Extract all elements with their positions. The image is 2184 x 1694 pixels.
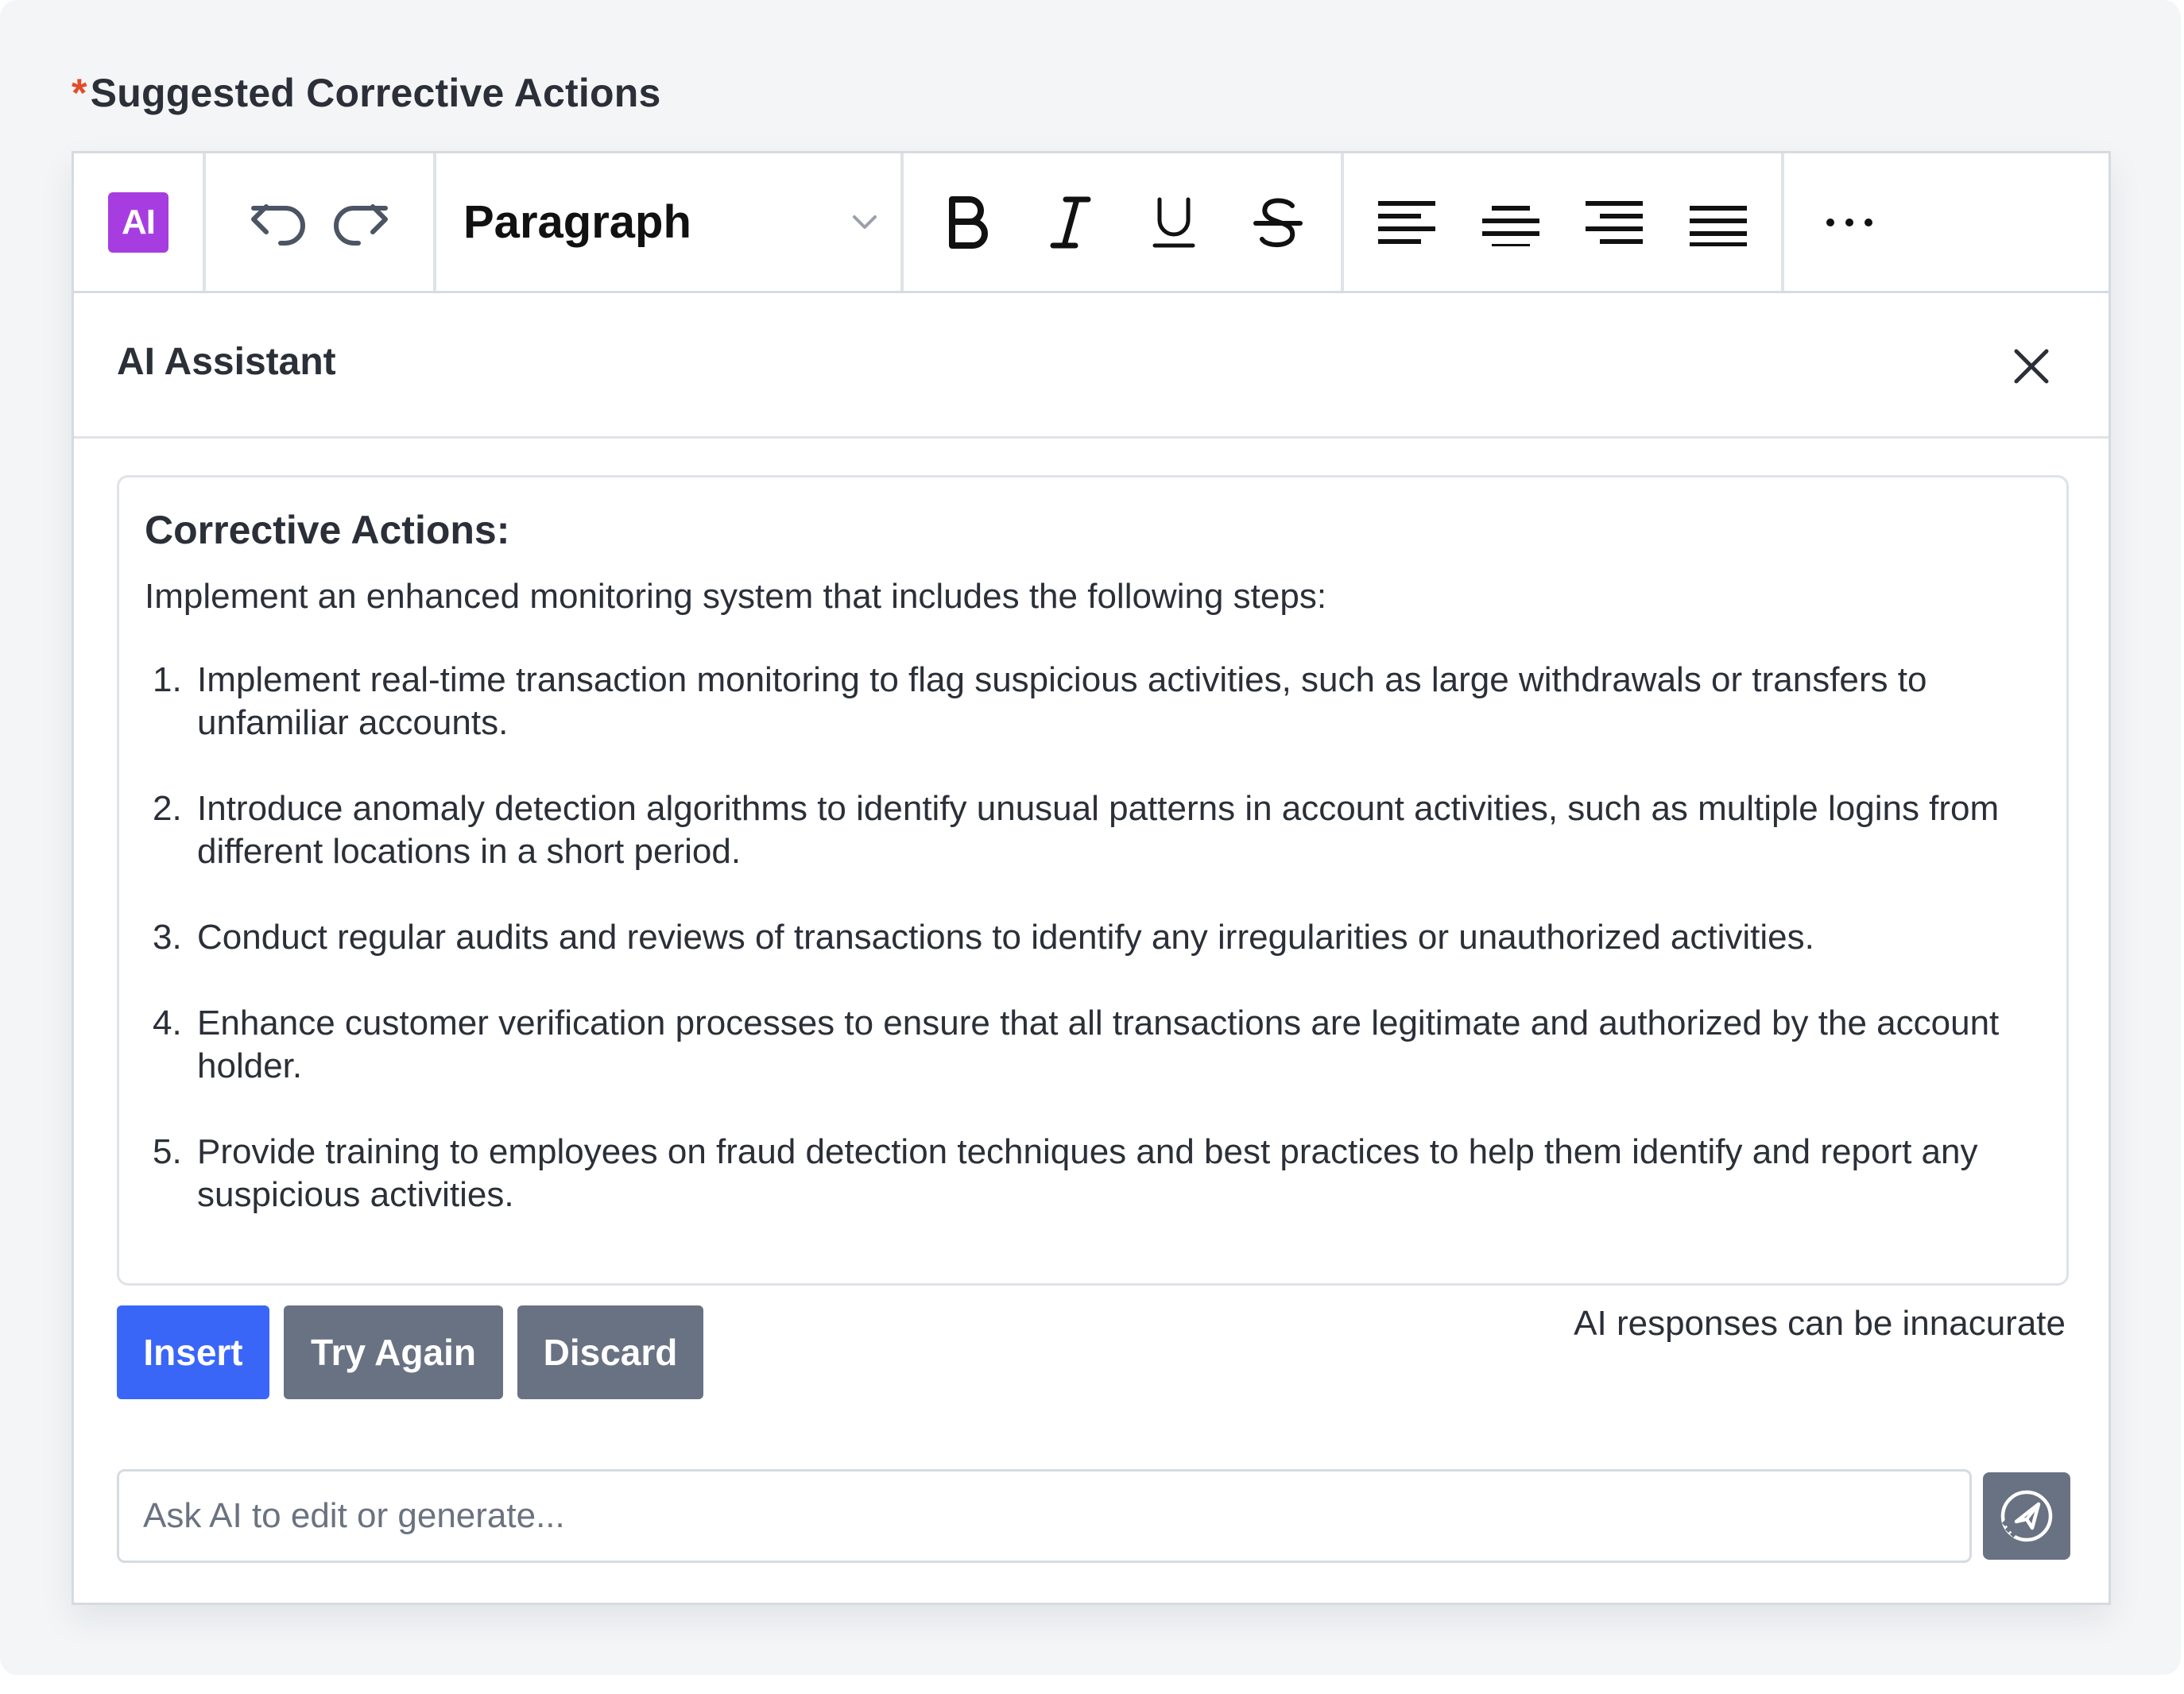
send-button[interactable] [1983, 1472, 2070, 1560]
bold-button[interactable] [936, 192, 997, 253]
list-item-text: Implement real-time transaction monitori… [197, 660, 1927, 742]
history-group [206, 153, 436, 291]
strikethrough-icon [1253, 198, 1303, 247]
required-marker: * [72, 71, 87, 115]
list-item: 1. Implement real-time transaction monito… [145, 659, 2041, 745]
align-left-button[interactable] [1377, 192, 1437, 253]
align-justify-button[interactable] [1688, 192, 1748, 253]
list-item: 4. Enhance customer verification processe… [145, 1002, 2041, 1088]
redo-button[interactable] [330, 192, 390, 253]
align-justify-icon [1689, 205, 1747, 246]
list-item-number: 5. [153, 1132, 182, 1171]
rich-text-editor: AI Paragraph AI Assistant Corrective Act… [72, 151, 2111, 1605]
response-intro: Implement an enhanced monitoring system … [145, 577, 1327, 616]
list-item-number: 4. [153, 1004, 182, 1042]
response-list: 1. Implement real-time transaction monito… [145, 659, 2041, 1216]
align-left-icon [1378, 200, 1436, 244]
align-right-icon [1586, 200, 1644, 244]
ai-assistant-header: AI Assistant [74, 291, 2108, 439]
list-item-text: Enhance customer verification processes … [197, 1004, 2000, 1085]
block-format-select[interactable]: Paragraph [436, 153, 900, 291]
list-item: 2. Introduce anomaly detection algorithms… [145, 787, 2041, 873]
list-item-text: Conduct regular audits and reviews of tr… [197, 918, 1814, 957]
align-center-icon [1481, 205, 1539, 246]
bold-icon [949, 195, 989, 249]
chevron-down-icon [853, 215, 877, 229]
ai-group: AI [74, 153, 206, 291]
response-actions: Insert Try Again Discard [117, 1305, 703, 1399]
italic-icon [1050, 196, 1091, 248]
list-item-text: Provide training to employees on fraud d… [197, 1132, 1978, 1214]
list-item-number: 3. [153, 918, 182, 957]
underline-icon [1152, 197, 1195, 247]
ai-response-box: Corrective Actions: Implement an enhance… [117, 475, 2069, 1286]
list-item: 3. Conduct regular audits and reviews of … [145, 916, 2041, 959]
more-group [1784, 153, 1880, 291]
text-style-group [904, 153, 1344, 291]
block-format-group: Paragraph [436, 153, 904, 291]
undo-button[interactable] [249, 192, 309, 253]
ai-prompt-input[interactable] [117, 1469, 1972, 1563]
insert-button[interactable]: Insert [117, 1305, 269, 1399]
discard-button[interactable]: Discard [517, 1305, 703, 1399]
list-item-number: 2. [153, 789, 182, 828]
more-icon [1826, 218, 1872, 226]
close-icon [2014, 349, 2049, 384]
page-frame: *Suggested Corrective Actions AI Paragra… [0, 0, 2181, 1675]
send-icon [2000, 1490, 2053, 1542]
field-label: *Suggested Corrective Actions [72, 70, 660, 116]
redo-icon [334, 203, 388, 246]
alignment-group [1344, 153, 1784, 291]
strikethrough-button[interactable] [1248, 192, 1308, 253]
ai-assistant-title: AI Assistant [117, 341, 336, 383]
more-button[interactable] [1819, 192, 1880, 253]
italic-button[interactable] [1040, 192, 1101, 253]
close-button[interactable] [2010, 345, 2053, 388]
list-item-text: Introduce anomaly detection algorithms t… [197, 789, 2000, 871]
ai-disclaimer: AI responses can be innacurate [1574, 1304, 2066, 1343]
underline-button[interactable] [1144, 192, 1204, 253]
align-center-button[interactable] [1481, 192, 1541, 253]
ai-button[interactable]: AI [108, 191, 168, 253]
align-right-button[interactable] [1584, 192, 1644, 253]
list-item: 5. Provide training to employees on fraud… [145, 1131, 2041, 1216]
response-heading: Corrective Actions: [145, 508, 510, 552]
undo-icon [251, 203, 305, 246]
list-item-number: 1. [153, 660, 182, 699]
try-again-button[interactable]: Try Again [284, 1305, 503, 1399]
block-format-value: Paragraph [463, 196, 691, 248]
field-label-text: Suggested Corrective Actions [90, 71, 661, 115]
editor-toolbar: AI Paragraph [74, 153, 2108, 293]
